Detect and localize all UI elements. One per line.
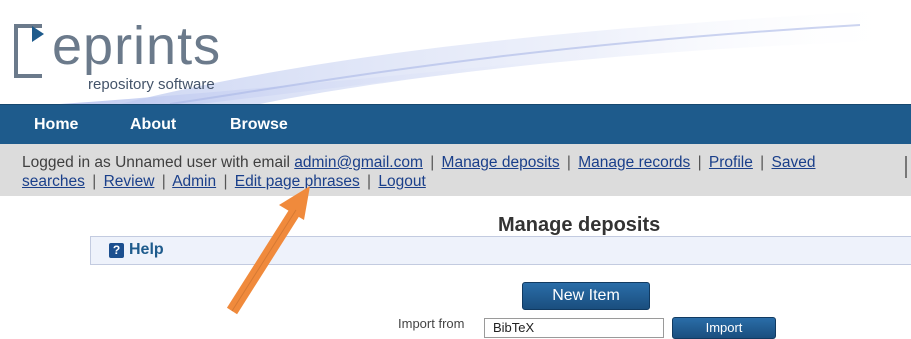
separator: |	[760, 154, 765, 171]
login-bar-edge-divider	[905, 156, 907, 178]
saved-searches-link-part2[interactable]: searches	[22, 173, 85, 190]
logout-link[interactable]: Logout	[378, 173, 425, 190]
review-link[interactable]: Review	[104, 173, 155, 190]
logo-wordmark: eprints	[52, 16, 222, 76]
help-icon[interactable]: ?	[109, 243, 124, 258]
separator: |	[566, 154, 571, 171]
site-header: eprints repository software	[0, 0, 911, 104]
nav-browse-link[interactable]: Browse	[230, 105, 288, 145]
separator: |	[367, 173, 372, 190]
login-status-bar: Logged in as Unnamed user with email adm…	[0, 144, 911, 196]
import-format-select[interactable]: BibTeX	[484, 318, 664, 338]
user-email-link[interactable]: admin@gmail.com	[294, 154, 423, 171]
help-toggle-label[interactable]: Help	[129, 241, 164, 259]
saved-searches-link-part1[interactable]: Saved	[772, 154, 816, 171]
import-button[interactable]: Import	[672, 317, 776, 339]
manage-deposits-link[interactable]: Manage deposits	[442, 154, 560, 171]
new-item-button[interactable]: New Item	[522, 282, 650, 310]
separator: |	[430, 154, 435, 171]
separator: |	[223, 173, 228, 190]
help-box[interactable]: ? Help	[90, 236, 911, 265]
logo-tagline: repository software	[88, 76, 215, 93]
separator: |	[92, 173, 97, 190]
page-title: Manage deposits	[498, 214, 661, 236]
separator: |	[697, 154, 702, 171]
nav-home-link[interactable]: Home	[34, 105, 78, 145]
edit-page-phrases-link[interactable]: Edit page phrases	[235, 173, 360, 190]
admin-link[interactable]: Admin	[172, 173, 216, 190]
login-prefix-text: Logged in as Unnamed user with email	[22, 154, 290, 171]
eprints-logo[interactable]: eprints repository software	[12, 14, 242, 100]
profile-link[interactable]: Profile	[709, 154, 753, 171]
separator: |	[161, 173, 166, 190]
import-from-label: Import from	[398, 316, 465, 331]
manage-records-link[interactable]: Manage records	[578, 154, 690, 171]
nav-about-link[interactable]: About	[130, 105, 176, 145]
logo-bracket-icon	[14, 24, 44, 78]
main-nav: Home About Browse	[0, 104, 911, 145]
